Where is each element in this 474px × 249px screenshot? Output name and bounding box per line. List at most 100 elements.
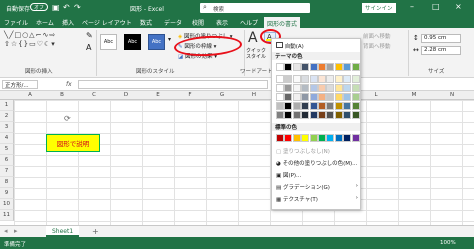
theme-color-swatch[interactable] <box>309 63 318 71</box>
standard-color-swatch[interactable] <box>276 134 284 142</box>
theme-color-swatch[interactable] <box>318 93 326 101</box>
theme-color-swatch[interactable] <box>309 111 318 119</box>
theme-color-swatch[interactable] <box>326 111 335 119</box>
theme-color-swatch[interactable] <box>301 63 310 71</box>
theme-color-swatch[interactable] <box>326 93 335 101</box>
more-shapes-icon[interactable]: ▾ <box>51 40 56 48</box>
menu-item-no-fill[interactable]: ▢ 塗りつぶしなし(N) <box>276 147 330 155</box>
theme-color-swatch[interactable] <box>318 75 326 83</box>
row-9[interactable]: 9 <box>0 188 14 199</box>
theme-color-swatch[interactable] <box>292 111 301 119</box>
row-8[interactable]: 8 <box>0 177 14 188</box>
theme-color-swatch[interactable] <box>292 75 301 83</box>
theme-color-swatch[interactable] <box>276 63 284 71</box>
tab-data[interactable]: データ <box>164 18 182 27</box>
tab-formulas[interactable]: 数式 <box>140 18 152 27</box>
standard-color-swatch[interactable] <box>284 134 293 142</box>
theme-color-swatch[interactable] <box>334 111 343 119</box>
fx-icon[interactable]: fx <box>66 81 72 88</box>
column-h[interactable]: H <box>238 92 270 98</box>
minimize-icon[interactable]: – <box>410 2 414 11</box>
column-m[interactable]: M <box>398 92 430 98</box>
theme-color-swatch[interactable] <box>301 102 310 110</box>
style-swatch-black[interactable]: Abc <box>124 34 141 50</box>
add-sheet-button[interactable]: + <box>92 227 99 236</box>
callout-shape[interactable]: 図形で説明 <box>46 134 100 152</box>
arrow2-icon[interactable]: ⇧ <box>4 40 11 48</box>
name-box[interactable]: 正方形/... <box>2 80 38 89</box>
theme-color-swatch[interactable] <box>326 84 335 92</box>
standard-color-swatch[interactable] <box>343 134 352 142</box>
column-a[interactable]: A <box>14 92 46 98</box>
theme-color-swatch[interactable] <box>343 111 352 119</box>
cell-grid[interactable] <box>14 100 474 225</box>
theme-color-swatch[interactable] <box>351 102 360 110</box>
theme-color-swatch[interactable] <box>301 84 310 92</box>
theme-color-swatch[interactable] <box>292 63 301 71</box>
theme-color-swatch[interactable] <box>292 93 301 101</box>
theme-color-swatch[interactable] <box>284 102 293 110</box>
standard-color-swatch[interactable] <box>301 134 310 142</box>
theme-color-swatch[interactable] <box>318 111 326 119</box>
column-e[interactable]: E <box>142 92 174 98</box>
menu-item-auto[interactable]: 自動(A) <box>276 42 304 50</box>
close-icon[interactable]: × <box>455 2 462 11</box>
signin-button[interactable]: サインイン <box>362 3 396 13</box>
theme-color-swatch[interactable] <box>284 84 293 92</box>
row-4[interactable]: 4 <box>0 133 14 144</box>
column-l[interactable]: L <box>360 92 392 98</box>
theme-color-swatch[interactable] <box>334 84 343 92</box>
theme-color-swatch[interactable] <box>276 111 284 119</box>
tab-insert[interactable]: 挿入 <box>62 18 74 27</box>
menu-item-gradient[interactable]: ▤ グラデーション(G) › <box>276 183 358 191</box>
edit-shape-icon[interactable]: ✎ <box>86 31 93 40</box>
height-input[interactable]: 0.95 cm <box>421 34 461 43</box>
theme-color-swatch[interactable] <box>309 75 318 83</box>
tab-page-layout[interactable]: ページ レイアウト <box>82 18 132 27</box>
maximize-icon[interactable]: □ <box>432 2 440 11</box>
tab-home[interactable]: ホーム <box>36 18 54 27</box>
theme-color-swatch[interactable] <box>343 84 352 92</box>
theme-color-swatch[interactable] <box>334 63 343 71</box>
column-b[interactable]: B <box>46 92 78 98</box>
callout-icon[interactable]: ▭ <box>29 40 37 48</box>
menu-item-picture[interactable]: ▣ 図(P)... <box>276 171 301 179</box>
standard-color-swatch[interactable] <box>318 134 326 142</box>
theme-color-swatch[interactable] <box>309 84 318 92</box>
column-g[interactable]: G <box>206 92 238 98</box>
theme-color-swatch[interactable] <box>301 75 310 83</box>
row-7[interactable]: 7 <box>0 166 14 177</box>
menu-item-other-colors[interactable]: ◕ その他の塗りつぶしの色(M)... <box>276 159 357 167</box>
column-n[interactable]: N <box>436 92 468 98</box>
redo-icon[interactable]: ↷ <box>74 3 81 12</box>
tab-shape-format[interactable]: 図形の書式 <box>264 17 301 28</box>
theme-color-swatch[interactable] <box>318 84 326 92</box>
theme-color-swatch[interactable] <box>334 93 343 101</box>
theme-color-swatch[interactable] <box>284 63 293 71</box>
theme-color-swatch[interactable] <box>284 75 293 83</box>
theme-color-swatch[interactable] <box>276 102 284 110</box>
theme-color-swatch[interactable] <box>326 63 335 71</box>
wordart-a-icon[interactable]: A <box>248 30 258 46</box>
zoom-level[interactable]: 100% <box>440 240 456 246</box>
standard-color-swatch[interactable] <box>334 134 343 142</box>
theme-color-swatch[interactable] <box>292 102 301 110</box>
theme-color-swatch[interactable] <box>276 75 284 83</box>
theme-color-swatch[interactable] <box>326 102 335 110</box>
theme-color-swatch[interactable] <box>318 102 326 110</box>
search-box[interactable]: ⌕ 検索 <box>200 3 310 13</box>
theme-color-swatch[interactable] <box>334 102 343 110</box>
heart-icon[interactable]: ♡ <box>37 40 44 48</box>
tab-review[interactable]: 校閲 <box>192 18 204 27</box>
theme-color-swatch[interactable] <box>292 84 301 92</box>
standard-color-swatch[interactable] <box>292 134 301 142</box>
theme-color-swatch[interactable] <box>351 111 360 119</box>
formula-input[interactable] <box>78 80 268 89</box>
rotate-handle-icon[interactable]: ⟳ <box>64 114 71 123</box>
tab-help[interactable]: ヘルプ <box>240 18 258 27</box>
autosave-toggle[interactable]: オフ <box>30 3 48 11</box>
theme-color-swatch[interactable] <box>343 63 352 71</box>
send-backward-button[interactable]: 背面へ移動 <box>363 42 391 50</box>
theme-color-swatch[interactable] <box>284 111 293 119</box>
row-1[interactable]: 1 <box>0 100 14 111</box>
